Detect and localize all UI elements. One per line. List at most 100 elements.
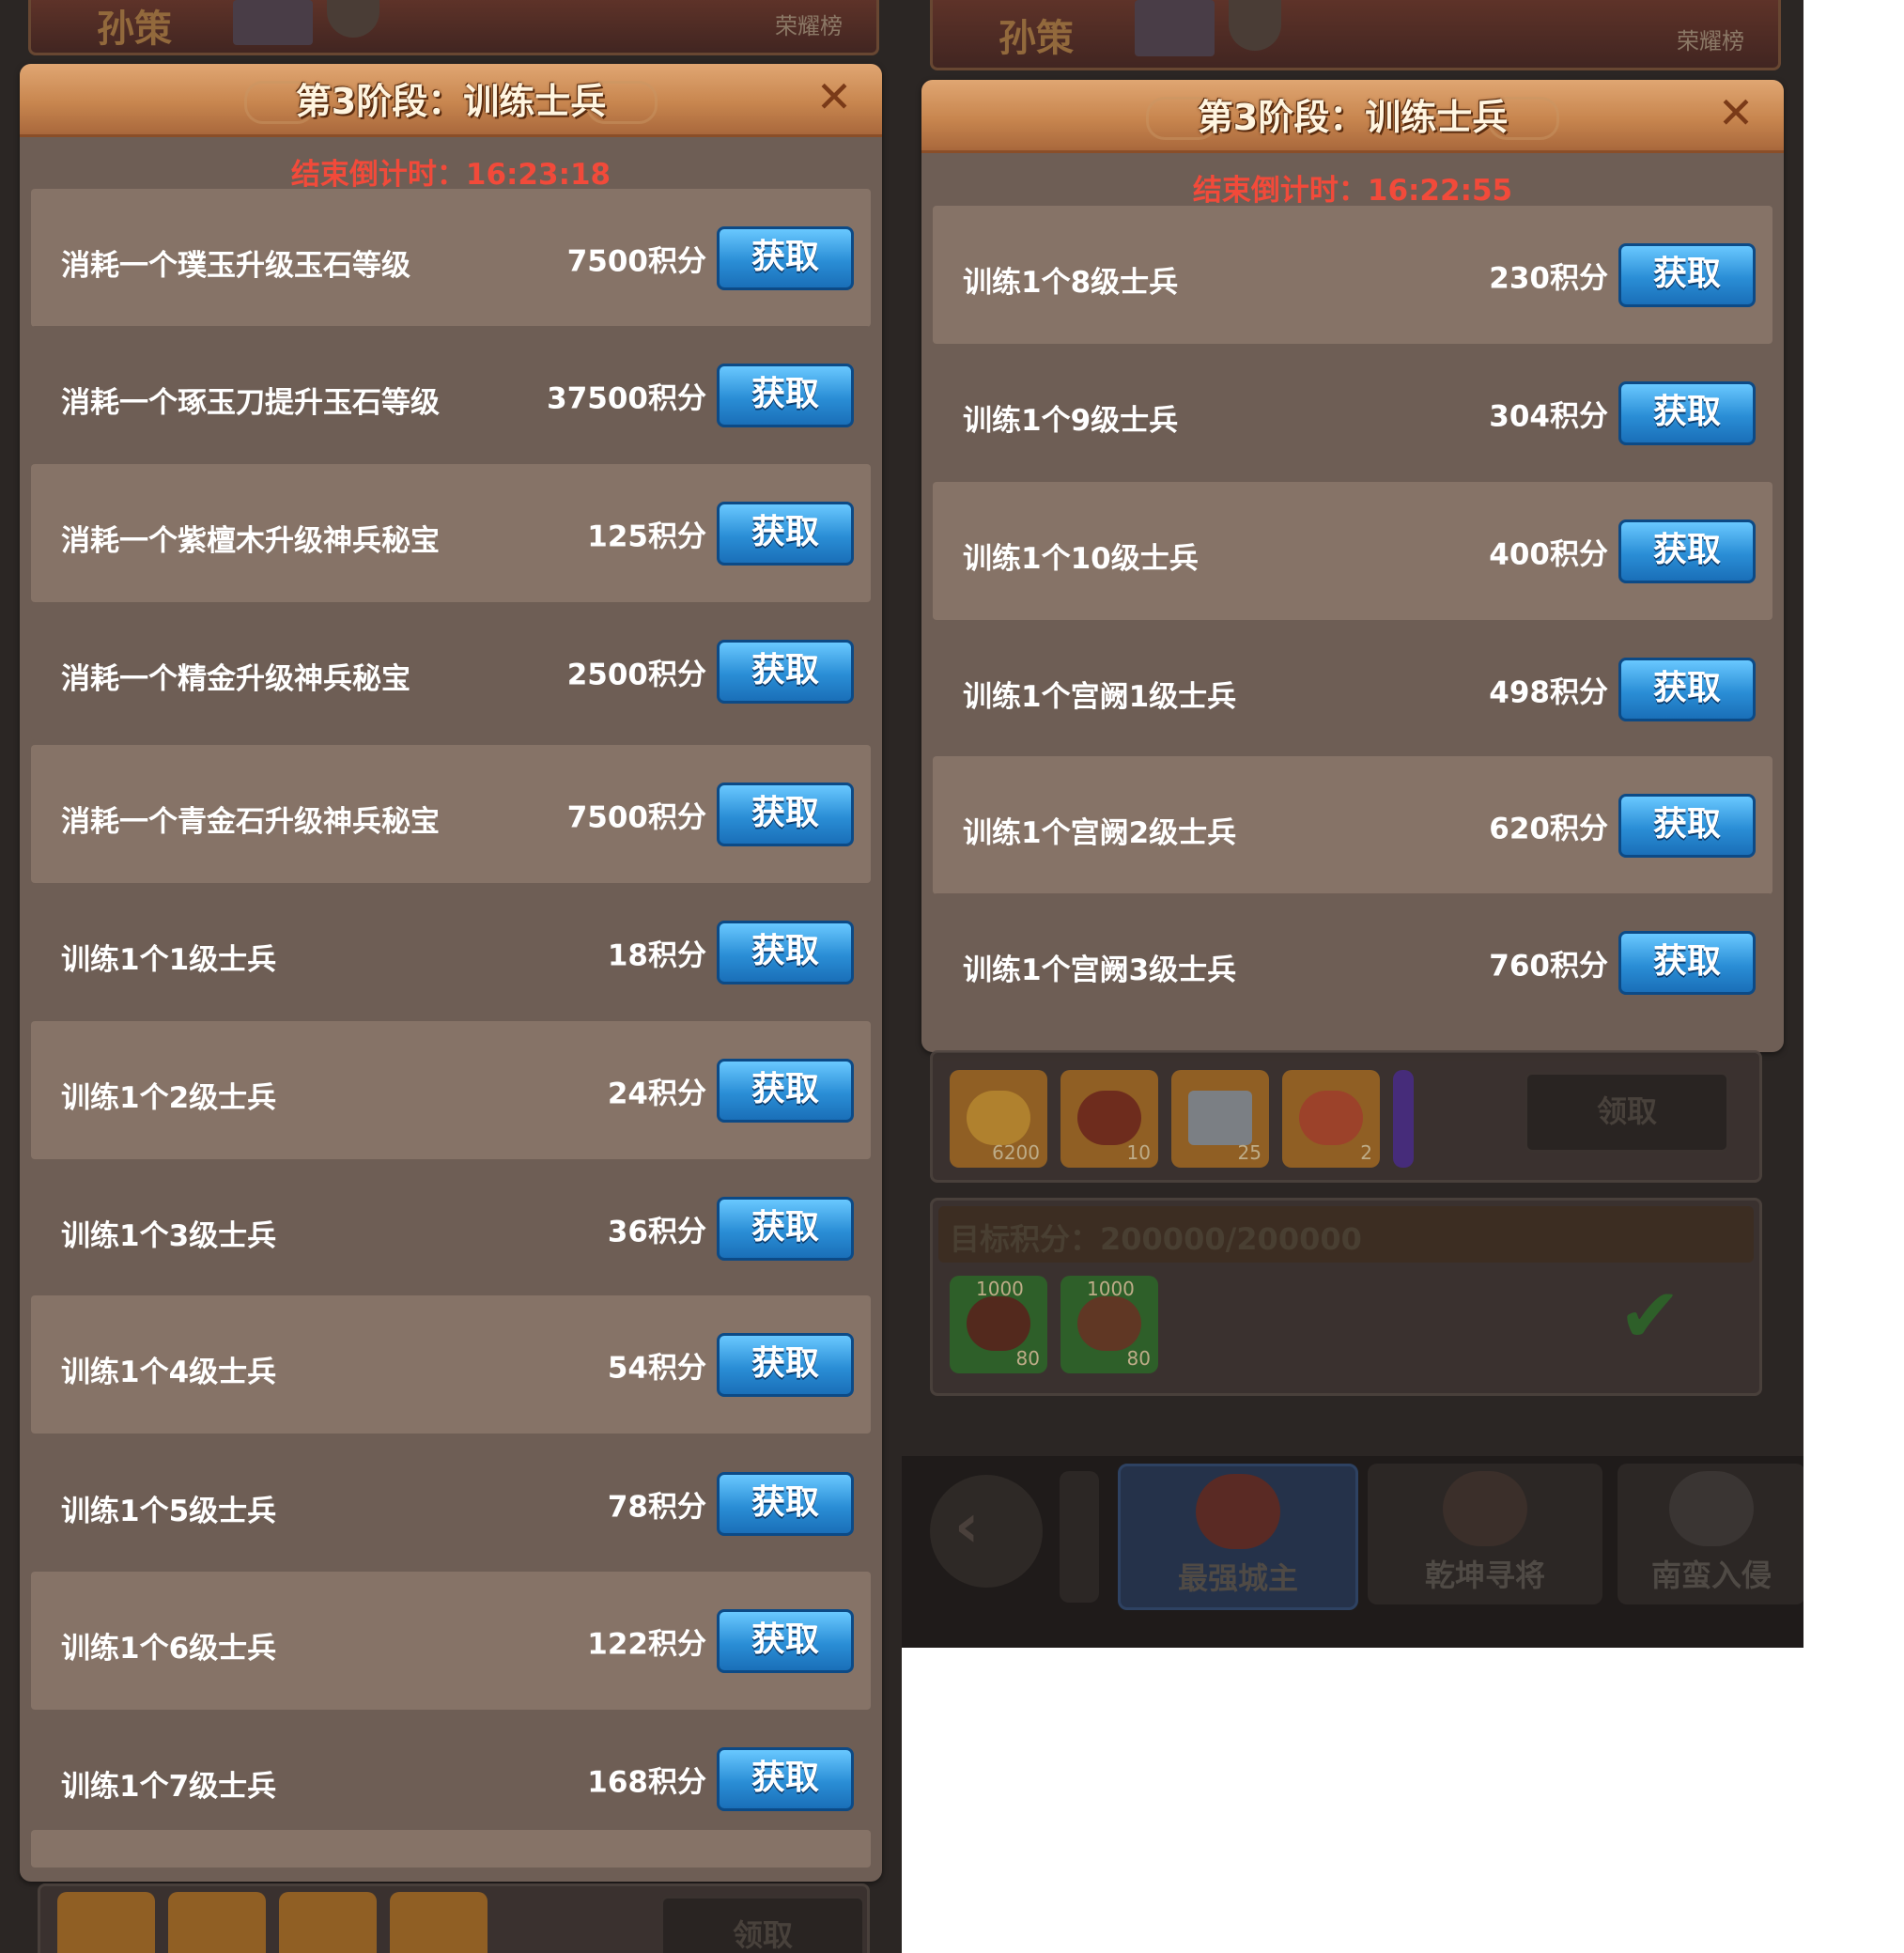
nav-tab-nanman-invasion[interactable]: 南蛮入侵 [1618,1464,1803,1604]
task-label: 训练1个6级士兵 [61,1631,277,1666]
panel-header: 第3阶段：训练士兵 ✕ [921,80,1784,153]
task-row: 训练1个7级士兵 168积分 获取 [31,1710,871,1848]
get-button[interactable]: 获取 [1618,519,1756,583]
silver-plate-icon [1188,1091,1252,1145]
reward-count: 25 [1237,1141,1262,1164]
get-button[interactable]: 获取 [717,639,854,704]
top-strip-thumbnail [233,0,313,45]
get-button[interactable]: 获取 [1618,657,1756,721]
target-reward-slot: 1000 80 [950,1276,1047,1373]
left-screenshot: 孙策 荣耀榜 第3阶段：训练士兵 ✕ 结束倒计时：16:23:18 消耗一个璞玉… [0,0,902,1953]
task-points: 122积分 [587,1627,706,1661]
reward-count: 10 [1126,1141,1151,1164]
get-button[interactable]: 获取 [1618,380,1756,445]
claim-button[interactable]: 领取 [660,1896,865,1953]
refresh-icon [1229,0,1281,51]
task-points: 760积分 [1489,949,1608,983]
task-row: 训练1个5级士兵 78积分 获取 [31,1434,871,1573]
back-arrow-icon: ‹ [954,1492,980,1561]
gold-ingot-icon [967,1091,1030,1145]
target-reward-slot: 1000 80 [1060,1276,1158,1373]
reward-slot-medal: 2 [1282,1070,1380,1168]
nav-tab-partial [1060,1471,1099,1603]
top-strip-name: 孙策 [97,8,172,51]
task-label: 训练1个8级士兵 [963,265,1179,300]
get-button[interactable]: 获取 [1618,793,1756,858]
back-button[interactable]: ‹ [930,1475,1043,1588]
panel-title: 第3阶段：训练士兵 [1197,97,1509,138]
get-button[interactable]: 获取 [717,501,854,566]
task-label: 训练1个宫阙3级士兵 [963,953,1237,987]
honor-rank-label: 荣耀榜 [1677,28,1744,54]
task-row: 消耗一个青金石升级神兵秘宝 7500积分 获取 [31,745,871,883]
meat-icon [1077,1091,1141,1145]
refresh-icon [327,0,379,38]
task-points: 18积分 [607,938,706,972]
get-button[interactable]: 获取 [1618,930,1756,995]
reward-slot [279,1892,377,1953]
checkmark-icon: ✔ [1618,1272,1682,1359]
task-label: 消耗一个青金石升级神兵秘宝 [61,804,440,839]
reward-top-value: 1000 [976,1278,1024,1300]
task-label: 训练1个7级士兵 [61,1769,277,1804]
reward-slot-partial [1393,1070,1414,1168]
honor-rank-label: 荣耀榜 [775,13,843,39]
countdown-timer: 结束倒计时：16:22:55 [1192,174,1513,208]
task-points: 125积分 [587,519,706,553]
nav-tab-label: 南蛮入侵 [1650,1558,1772,1593]
task-points: 37500积分 [547,381,706,415]
reward-slot [168,1892,266,1953]
warrior-icon [1669,1471,1754,1546]
task-label: 训练1个5级士兵 [61,1494,277,1528]
task-row: 训练1个2级士兵 24积分 获取 [31,1021,871,1159]
get-button[interactable]: 获取 [717,225,854,290]
reward-slot-meat: 10 [1060,1070,1158,1168]
get-button[interactable]: 获取 [717,1196,854,1261]
task-label: 训练1个宫阙2级士兵 [963,815,1237,850]
reward-slot [390,1892,488,1953]
get-button[interactable]: 获取 [717,1471,854,1536]
close-icon[interactable]: ✕ [1712,89,1759,136]
task-points: 304积分 [1489,399,1608,433]
get-button[interactable]: 获取 [717,1608,854,1673]
nav-tab-label: 乾坤寻将 [1424,1558,1545,1593]
top-strip: 孙策 荣耀榜 [930,0,1781,70]
task-panel: 第3阶段：训练士兵 ✕ 结束倒计时：16:23:18 消耗一个璞玉升级玉石等级 7… [20,64,882,1882]
close-icon[interactable]: ✕ [811,73,858,120]
task-points: 24积分 [607,1077,706,1110]
target-box: 目标积分：200000/200000 1000 80 1000 80 ✔ [930,1198,1762,1396]
bottom-nav: ‹ 最强城主 乾坤寻将 南蛮入侵 [902,1456,1803,1648]
get-button[interactable]: 获取 [717,1332,854,1397]
top-strip: 孙策 荣耀榜 [28,0,879,55]
task-row: 训练1个宫阙2级士兵 620积分 获取 [933,756,1772,894]
task-row: 消耗一个紫檀木升级神兵秘宝 125积分 获取 [31,464,871,602]
panel-title: 第3阶段：训练士兵 [295,81,607,122]
task-panel: 第3阶段：训练士兵 ✕ 结束倒计时：16:22:55 训练1个8级士兵 230积分… [921,80,1784,1052]
task-label: 训练1个宫阙1级士兵 [963,679,1237,714]
shield-icon [1196,1474,1280,1549]
get-button[interactable]: 获取 [1618,242,1756,307]
task-row: 训练1个4级士兵 54积分 获取 [31,1295,871,1434]
top-strip-thumbnail [1135,0,1215,56]
medal-icon [1299,1091,1363,1145]
task-label: 训练1个10级士兵 [963,541,1199,576]
task-row: 训练1个1级士兵 18积分 获取 [31,883,871,1021]
get-button[interactable]: 获取 [717,782,854,846]
get-button[interactable]: 获取 [717,920,854,984]
get-button[interactable]: 获取 [717,1746,854,1811]
task-label: 训练1个1级士兵 [61,942,277,977]
reward-slot-plate: 25 [1171,1070,1269,1168]
top-strip-name: 孙策 [998,17,1074,60]
nav-tab-strongest-lord[interactable]: 最强城主 [1118,1464,1358,1610]
claim-button[interactable]: 领取 [1525,1072,1729,1153]
task-row: 消耗一个璞玉升级玉石等级 7500积分 获取 [31,189,871,327]
task-points: 7500积分 [566,800,706,834]
task-label: 训练1个3级士兵 [61,1218,277,1253]
get-button[interactable]: 获取 [717,1058,854,1123]
countdown-timer: 结束倒计时：16:23:18 [290,158,611,192]
get-button[interactable]: 获取 [717,363,854,427]
nav-tab-search-general[interactable]: 乾坤寻将 [1368,1464,1602,1604]
task-label: 消耗一个精金升级神兵秘宝 [61,661,410,696]
task-row: 训练1个6级士兵 122积分 获取 [31,1572,871,1710]
task-points: 7500积分 [566,244,706,278]
